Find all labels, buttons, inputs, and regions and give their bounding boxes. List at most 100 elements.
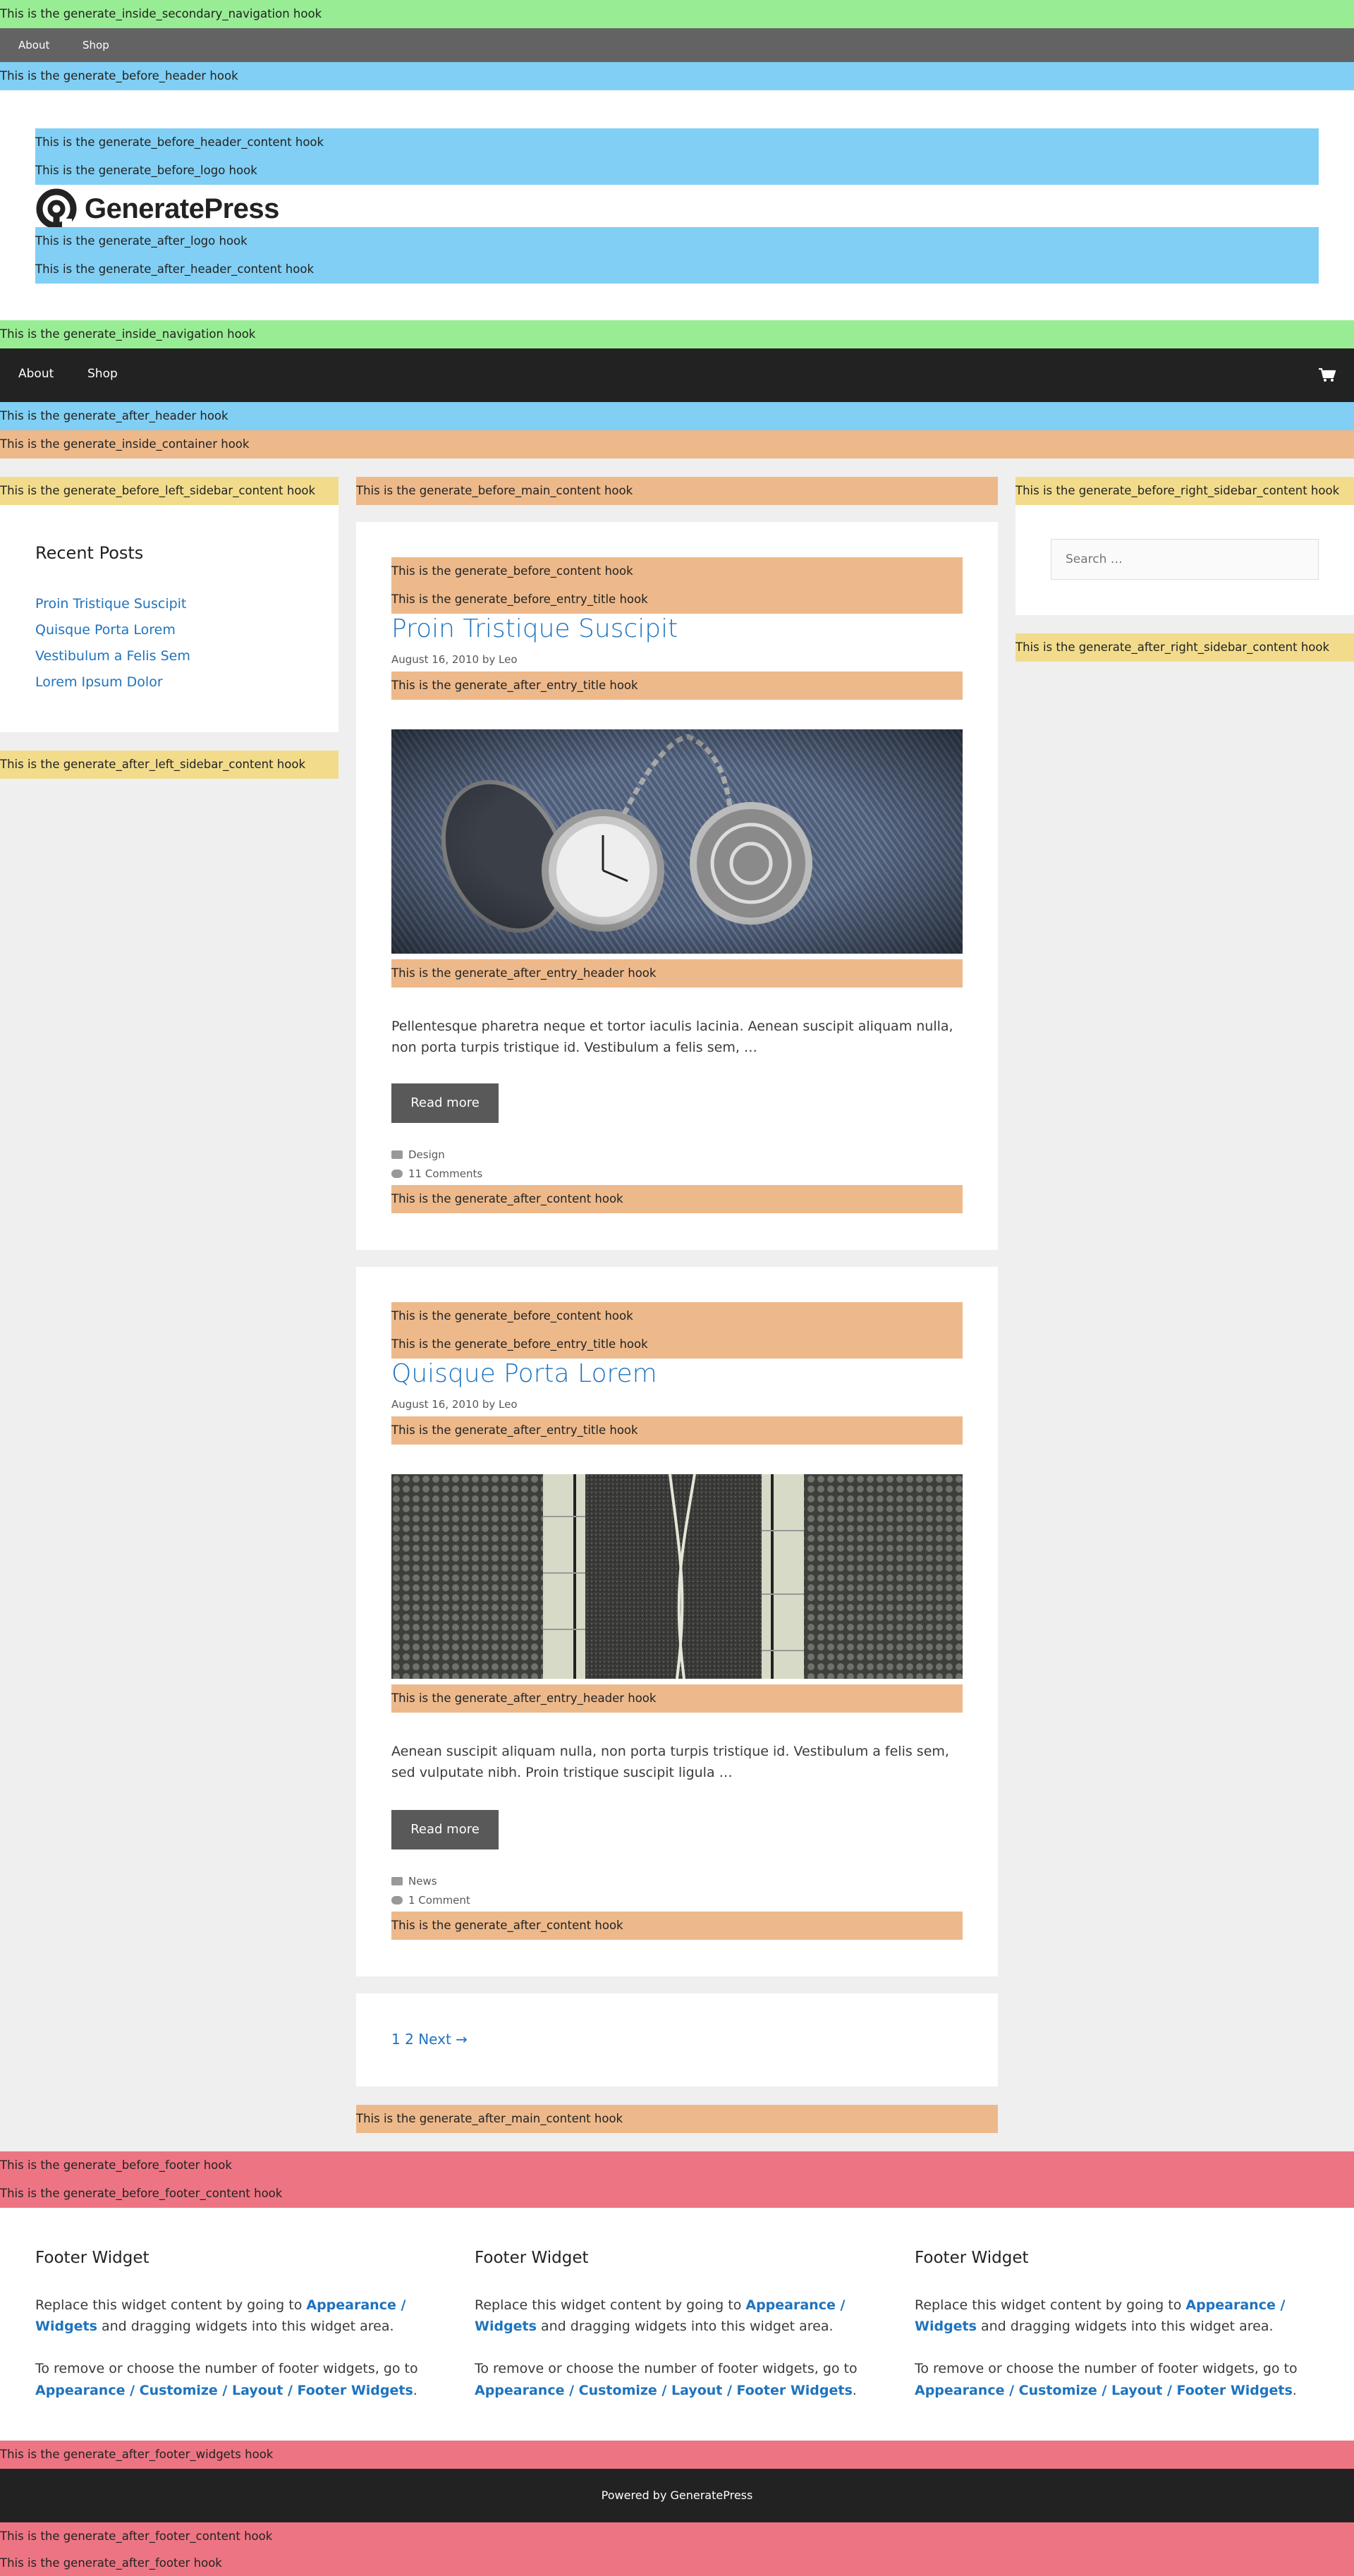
post-by: by <box>482 653 496 666</box>
hook-before-content: This is the generate_before_content hook <box>391 1302 963 1330</box>
post-date[interactable]: August 16, 2010 <box>391 1398 479 1411</box>
hook-before-content: This is the generate_before_content hook <box>391 557 963 585</box>
hook-before-left-sidebar-content: This is the generate_before_left_sidebar… <box>0 477 338 505</box>
hook-before-main-content: This is the generate_before_main_content… <box>356 477 998 505</box>
post-comments: 11 Comments <box>391 1166 482 1182</box>
hook-before-entry-title: This is the generate_before_entry_title … <box>391 585 963 614</box>
post-excerpt: Pellentesque pharetra neque et tortor ia… <box>391 1019 953 1056</box>
footer-widget-title: Footer Widget <box>35 2249 150 2267</box>
footer-widgets: Footer Widget Replace this widget conten… <box>0 2208 1354 2441</box>
logo-text: GeneratePress <box>85 193 279 224</box>
footer-widget-text: Replace this widget content by going to … <box>35 2297 406 2334</box>
post-categories: Design <box>391 1147 445 1163</box>
hook-after-left-sidebar-content: This is the generate_after_left_sidebar_… <box>0 751 338 779</box>
recent-post-link[interactable]: Quisque Porta Lorem <box>35 617 190 643</box>
footer-widgets-settings-link[interactable]: Appearance / Customize / Layout / Footer… <box>35 2383 413 2398</box>
comments-link[interactable]: 11 Comments <box>408 1167 482 1180</box>
secondary-nav-about[interactable]: About <box>18 37 49 54</box>
post-article: This is the generate_before_content hook… <box>356 522 998 1250</box>
hook-after-footer-widgets: This is the generate_after_footer_widget… <box>0 2441 1354 2469</box>
site-header: This is the generate_before_header_conte… <box>0 90 1354 320</box>
footer-widget: Footer Widget Replace this widget conten… <box>35 2246 430 2401</box>
hook-after-header-content: This is the generate_after_header_conten… <box>35 255 1319 284</box>
page-1-link[interactable]: 1 <box>391 2031 401 2048</box>
search-widget <box>1016 505 1354 615</box>
footer-widget: Footer Widget Replace this widget conten… <box>915 2246 1310 2401</box>
main-nav-about[interactable]: About <box>18 365 54 384</box>
cart-icon[interactable] <box>1319 368 1336 382</box>
hook-after-logo: This is the generate_after_logo hook <box>35 227 1319 255</box>
recent-posts-widget: Recent Posts Proin Tristique Suscipit Qu… <box>0 505 338 732</box>
post-author[interactable]: Leo <box>499 653 518 666</box>
footer-widget-text: To remove or choose the number of footer… <box>35 2361 418 2398</box>
hook-inside-secondary-navigation: This is the generate_inside_secondary_na… <box>0 0 1354 28</box>
hook-after-footer-content: This is the generate_after_footer_conten… <box>0 2522 1354 2551</box>
post-meta: August 16, 2010 by Leo <box>391 1397 518 1413</box>
hook-after-entry-title: This is the generate_after_entry_title h… <box>391 1416 963 1445</box>
post-comments: 1 Comment <box>391 1892 470 1909</box>
post-date[interactable]: August 16, 2010 <box>391 653 479 666</box>
hook-inside-container: This is the generate_inside_container ho… <box>0 430 1354 458</box>
recent-posts-title: Recent Posts <box>35 543 144 563</box>
hook-after-main-content: This is the generate_after_main_content … <box>356 2105 998 2133</box>
post-title[interactable]: Quisque Porta Lorem <box>391 1359 963 1389</box>
hook-after-footer: This is the generate_after_footer hook <box>0 2551 1354 2576</box>
footer-widgets-settings-link[interactable]: Appearance / Customize / Layout / Footer… <box>475 2383 853 2398</box>
comments-link[interactable]: 1 Comment <box>408 1894 470 1907</box>
main-navigation: About Shop <box>0 348 1354 402</box>
page-2-link[interactable]: 2 <box>405 2031 414 2048</box>
footer-widget-title: Footer Widget <box>915 2249 1029 2267</box>
post-author[interactable]: Leo <box>499 1398 518 1411</box>
search-input[interactable] <box>1051 539 1319 580</box>
hook-before-logo: This is the generate_before_logo hook <box>35 157 1319 185</box>
recent-posts-list: Proin Tristique Suscipit Quisque Porta L… <box>35 591 190 695</box>
pocket-watch-image <box>391 729 963 954</box>
footer-widget-text: Replace this widget content by going to … <box>915 2297 1286 2334</box>
footer-widget-title: Footer Widget <box>475 2249 589 2267</box>
hook-before-footer: This is the generate_before_footer hook <box>0 2151 1354 2180</box>
hook-after-content: This is the generate_after_content hook <box>391 1912 963 1940</box>
secondary-nav-shop[interactable]: Shop <box>83 37 109 54</box>
footer-widget-text: To remove or choose the number of footer… <box>475 2361 858 2398</box>
hook-after-right-sidebar-content: This is the generate_after_right_sidebar… <box>1016 633 1354 662</box>
hook-before-entry-title: This is the generate_before_entry_title … <box>391 1330 963 1359</box>
cobblestone-tracks-image <box>391 1474 963 1679</box>
hook-before-footer-content: This is the generate_before_footer_conte… <box>0 2180 1354 2208</box>
powered-by-text: Powered by GeneratePress <box>601 2489 753 2502</box>
read-more-button[interactable]: Read more <box>391 1083 499 1123</box>
folder-icon <box>391 1877 403 1885</box>
hook-before-header-content: This is the generate_before_header_conte… <box>35 128 1319 157</box>
footer-widgets-settings-link[interactable]: Appearance / Customize / Layout / Footer… <box>915 2383 1293 2398</box>
post-featured-image[interactable] <box>391 1474 963 1679</box>
footer-widget-text: To remove or choose the number of footer… <box>915 2361 1298 2398</box>
hook-after-entry-title: This is the generate_after_entry_title h… <box>391 672 963 700</box>
post-excerpt: Aenean suscipit aliquam nulla, non porta… <box>391 1744 949 1781</box>
post-article: This is the generate_before_content hook… <box>356 1267 998 1976</box>
post-featured-image[interactable] <box>391 729 963 954</box>
hook-before-right-sidebar-content: This is the generate_before_right_sideba… <box>1016 477 1354 505</box>
pagination-links: 1 2 Next → <box>391 2029 468 2050</box>
footer-widget: Footer Widget Replace this widget conten… <box>475 2246 870 2401</box>
recent-post-link[interactable]: Vestibulum a Felis Sem <box>35 643 190 669</box>
category-link[interactable]: Design <box>408 1148 445 1161</box>
post-meta: August 16, 2010 by Leo <box>391 652 518 668</box>
category-link[interactable]: News <box>408 1875 437 1888</box>
hook-after-content: This is the generate_after_content hook <box>391 1185 963 1213</box>
main-nav-shop[interactable]: Shop <box>87 365 118 384</box>
recent-post-link[interactable]: Lorem Ipsum Dolor <box>35 669 190 695</box>
read-more-button[interactable]: Read more <box>391 1810 499 1849</box>
site-logo[interactable]: GeneratePress <box>35 185 289 233</box>
folder-icon <box>391 1150 403 1159</box>
comments-icon <box>391 1896 403 1904</box>
pagination: 1 2 Next → <box>356 1993 998 2086</box>
hook-inside-navigation: This is the generate_inside_navigation h… <box>0 320 1354 348</box>
hook-after-entry-header: This is the generate_after_entry_header … <box>391 1684 963 1713</box>
hook-before-header: This is the generate_before_header hook <box>0 62 1354 90</box>
secondary-navigation: About Shop <box>0 28 1354 62</box>
footer-widget-text: Replace this widget content by going to … <box>475 2297 846 2334</box>
next-page-link[interactable]: Next → <box>418 2031 468 2048</box>
recent-post-link[interactable]: Proin Tristique Suscipit <box>35 591 190 617</box>
generatepress-logo-icon <box>36 188 77 229</box>
site-info: Powered by GeneratePress <box>0 2469 1354 2522</box>
post-title[interactable]: Proin Tristique Suscipit <box>391 614 963 644</box>
